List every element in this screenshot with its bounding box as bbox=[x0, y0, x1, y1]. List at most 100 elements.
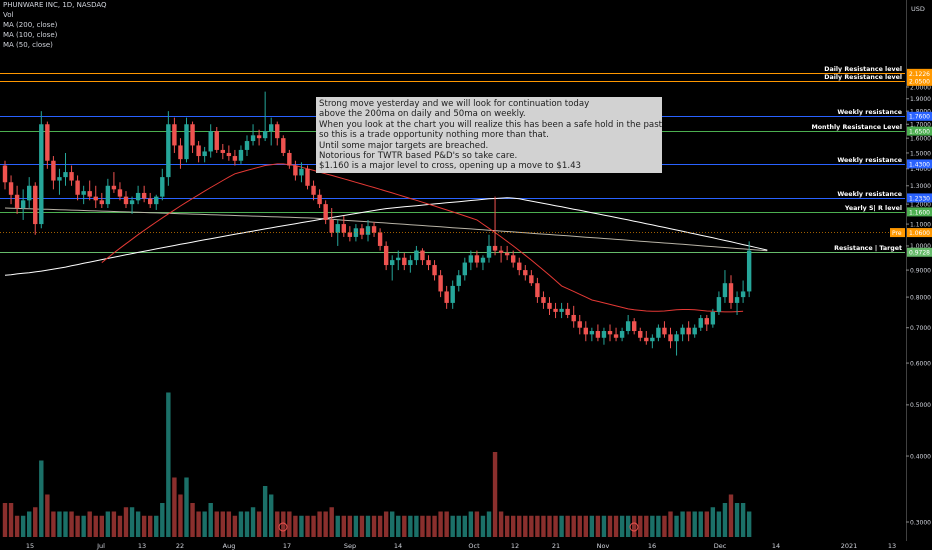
volume-bar bbox=[511, 515, 516, 537]
candle-body bbox=[93, 196, 98, 201]
x-tick-label: 16 bbox=[648, 542, 656, 550]
volume-bar bbox=[734, 503, 740, 537]
volume-bar bbox=[662, 515, 667, 537]
candle-body bbox=[311, 185, 316, 195]
candle-body bbox=[474, 255, 480, 263]
volume-bar bbox=[371, 515, 377, 537]
candle-body bbox=[734, 297, 740, 303]
candle-body bbox=[27, 185, 32, 201]
candle-body bbox=[619, 331, 625, 338]
candle-body bbox=[625, 321, 631, 332]
price-chart[interactable]: Daily Resistance levelDaily Resistance l… bbox=[0, 0, 932, 550]
x-tick-label: Oct bbox=[468, 542, 480, 550]
candle-body bbox=[202, 151, 207, 157]
candle-body bbox=[438, 275, 443, 292]
x-tick-label: Aug bbox=[223, 542, 236, 550]
candle-body bbox=[722, 283, 728, 298]
candle-body bbox=[269, 124, 274, 132]
volume-bar bbox=[607, 515, 613, 537]
level-label-5: Weekly resistance bbox=[837, 191, 902, 198]
candle-body bbox=[728, 283, 734, 303]
volume-bar bbox=[214, 511, 219, 537]
volume-bar bbox=[414, 515, 419, 537]
candle-body bbox=[498, 250, 504, 253]
x-tick-label: 14 bbox=[772, 542, 780, 550]
candle-body bbox=[547, 302, 552, 309]
volume-bar bbox=[638, 515, 643, 537]
volume-bar bbox=[305, 515, 310, 537]
indicator-vol-label: Vol bbox=[3, 11, 14, 19]
level-tag-7-text: 0.9728 bbox=[909, 250, 930, 257]
volume-bar bbox=[444, 511, 449, 537]
volume-bar bbox=[335, 515, 340, 537]
volume-bar bbox=[160, 503, 165, 537]
volume-bar bbox=[269, 494, 274, 537]
volume-bar bbox=[656, 515, 661, 537]
volume-bar bbox=[220, 511, 225, 537]
volume-bar bbox=[728, 494, 734, 537]
candle-body bbox=[486, 245, 492, 258]
candle-body bbox=[662, 327, 667, 335]
volume-bar bbox=[420, 515, 425, 537]
volume-bar bbox=[686, 511, 691, 537]
volume-bar bbox=[141, 515, 147, 537]
volume-bar bbox=[426, 515, 431, 537]
candle-body bbox=[462, 262, 467, 276]
indicator-ma100-label: MA (100, close) bbox=[3, 31, 58, 39]
volume-bar bbox=[680, 511, 685, 537]
candle-body bbox=[335, 224, 340, 233]
y-tick-label: 1.1000 bbox=[910, 221, 931, 228]
price-tag-0-text: 1.0600 bbox=[909, 230, 930, 237]
indicator-ma50-label: MA (50, close) bbox=[3, 41, 53, 49]
candle-body bbox=[492, 245, 498, 251]
candle-body bbox=[166, 124, 171, 178]
candle-body bbox=[244, 141, 250, 150]
volume-bar bbox=[456, 515, 461, 537]
volume-bar bbox=[632, 515, 637, 537]
symbol-title: PHUNWARE INC, 1D, NASDAQ bbox=[3, 1, 107, 9]
candle-body bbox=[716, 297, 722, 312]
volume-bar bbox=[722, 503, 728, 537]
candle-body bbox=[601, 331, 607, 338]
volume-bar bbox=[462, 515, 467, 537]
candle-body bbox=[281, 138, 286, 153]
candle-body bbox=[141, 192, 147, 199]
candle-body bbox=[87, 191, 92, 197]
candle-body bbox=[262, 131, 268, 139]
volume-bar bbox=[583, 515, 588, 537]
y-tick-label: 0.4000 bbox=[910, 453, 931, 460]
candle-body bbox=[523, 270, 528, 276]
note-line: Until some major targets are breached. bbox=[319, 140, 489, 151]
candle-body bbox=[613, 334, 619, 338]
volume-bar bbox=[716, 511, 722, 537]
x-tick-label: Dec bbox=[714, 542, 727, 550]
volume-bar bbox=[299, 515, 304, 537]
x-tick-label: Sep bbox=[344, 542, 356, 550]
volume-bar bbox=[347, 515, 353, 537]
volume-bar bbox=[45, 494, 50, 537]
volume-bar bbox=[450, 515, 455, 537]
volume-bar bbox=[438, 511, 443, 537]
volume-bar bbox=[486, 511, 492, 537]
volume-bar bbox=[172, 477, 177, 537]
note-line: When you look at the chart you will real… bbox=[319, 119, 662, 130]
volume-bar bbox=[365, 515, 371, 537]
volume-bar bbox=[692, 511, 697, 537]
volume-bar bbox=[281, 511, 286, 537]
volume-bar bbox=[99, 515, 104, 537]
candle-body bbox=[456, 275, 461, 286]
volume-bar bbox=[190, 503, 195, 537]
candle-body bbox=[20, 200, 26, 208]
candle-body bbox=[129, 200, 135, 205]
volume-bar bbox=[577, 515, 582, 537]
candle-body bbox=[33, 185, 38, 225]
volume-bar bbox=[565, 515, 570, 537]
volume-bar bbox=[589, 515, 595, 537]
volume-bar bbox=[244, 511, 250, 537]
volume-bar bbox=[33, 507, 38, 537]
volume-bar bbox=[553, 515, 558, 537]
volume-bar bbox=[14, 515, 20, 537]
x-tick-label: 13 bbox=[888, 542, 896, 550]
candle-body bbox=[571, 314, 576, 322]
candle-body bbox=[426, 260, 431, 266]
